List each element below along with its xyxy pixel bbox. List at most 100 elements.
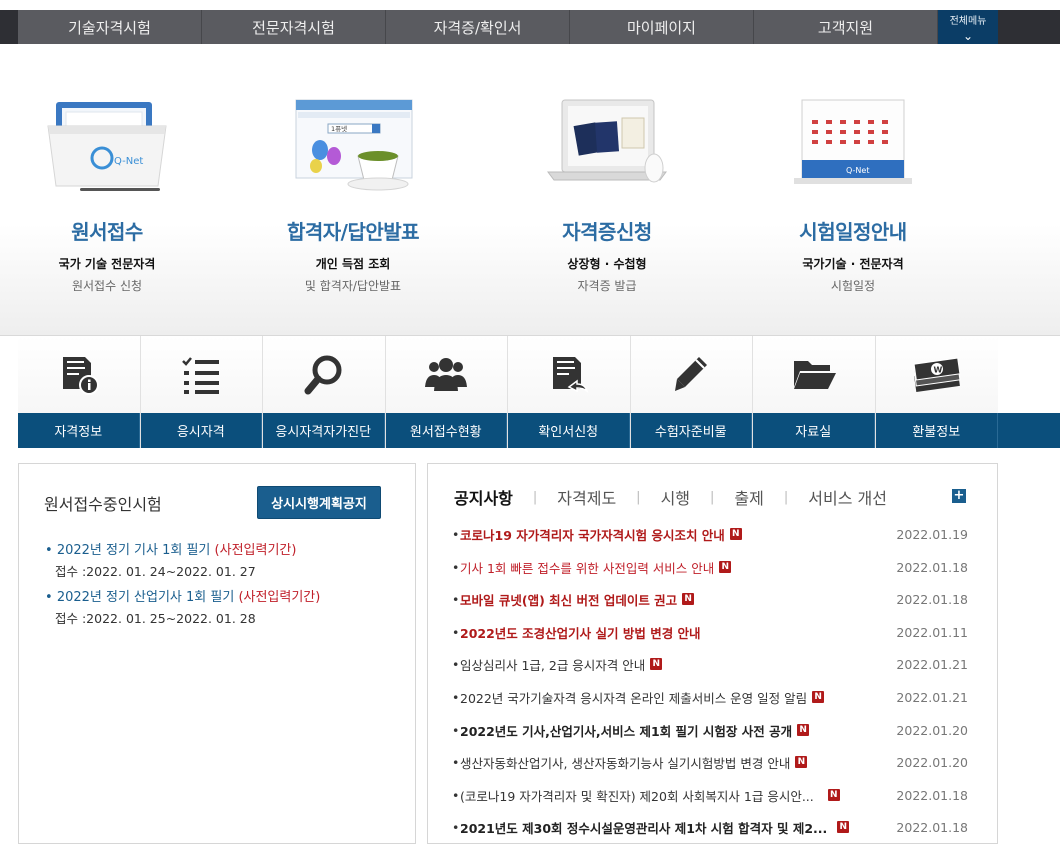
notice-item[interactable]: • 2022년도 조경산업기사 실기 방법 변경 안내 2022.01.11: [452, 622, 972, 642]
open-exams-panel: 원서접수중인시험 상시시행계획공지 • 2022년 정기 기사 1회 필기 (사…: [18, 463, 416, 844]
notice-date: 2022.01.20: [896, 722, 968, 738]
notice-title: 생산자동화산업기사, 생산자동화기능사 실기시험방법 변경 안내: [460, 755, 791, 771]
exam-item[interactable]: • 2022년 정기 기사 1회 필기 (사전입력기간) 접수 :2022. 0…: [45, 539, 296, 580]
exam-item[interactable]: • 2022년 정기 산업기사 1회 필기 (사전입력기간) 접수 :2022.…: [45, 586, 320, 627]
svg-text:1퓨넷: 1퓨넷: [331, 124, 347, 133]
notice-item[interactable]: • 코로나19 자가격리자 국가자격시험 응시조치 안내 N 2022.01.19: [452, 524, 972, 544]
card-description: 시험일정: [830, 279, 876, 293]
new-badge: N: [797, 724, 810, 736]
new-badge: N: [682, 593, 695, 605]
chevron-down-icon: ⌄: [962, 29, 974, 43]
notice-date: 2022.01.18: [896, 559, 968, 575]
quick-item-self-diagnosis[interactable]: 응시자격자가진단: [263, 336, 386, 448]
tab-implementation[interactable]: 시행: [661, 485, 690, 509]
quick-item-qualification-info[interactable]: 자격정보: [18, 336, 141, 448]
new-badge: N: [650, 658, 663, 670]
card-certificate-apply[interactable]: 자격증신청 상장형 · 수첩형 자격증 발급: [492, 94, 722, 294]
people-icon: [386, 336, 508, 413]
card-subtitle: 국가기술 · 전문자격: [802, 257, 904, 271]
quick-item-application-status[interactable]: 원서접수현황: [385, 336, 508, 448]
nav-tech-exam[interactable]: 기술자격시험: [18, 10, 202, 44]
notice-title: 코로나19 자가격리자 국가자격시험 응시조치 안내: [460, 527, 725, 543]
exam-date: 접수 :2022. 01. 25~2022. 01. 28: [55, 611, 256, 626]
quick-label: 환불정보: [875, 413, 998, 448]
nav-left-edge: [0, 10, 18, 44]
tab-system[interactable]: 자격제도: [557, 485, 616, 509]
nav-mypage[interactable]: 마이페이지: [570, 10, 754, 44]
card-description: 자격증 발급: [577, 279, 637, 293]
tab-separator: |: [783, 489, 789, 505]
tab-separator: |: [710, 489, 715, 505]
quick-label: 응시자격: [140, 413, 262, 448]
all-menu-button[interactable]: 전체메뉴 ⌄: [938, 10, 998, 44]
card-application[interactable]: Q-Net 원서접수 국가 기술 전문자격 원서접수 신청: [0, 94, 222, 294]
tab-separator: |: [636, 489, 641, 505]
quick-item-archive[interactable]: 자료실: [753, 336, 876, 448]
nav-customer-support[interactable]: 고객지원: [754, 10, 938, 44]
exam-title[interactable]: • 2022년 정기 기사 1회 필기 (사전입력기간): [45, 539, 296, 558]
tab-service-improvement[interactable]: 서비스 개선: [808, 485, 887, 509]
notice-title: 2021년도 제30회 정수시설운영관리사 제1차 시험 합격자 및 제2...: [460, 820, 828, 836]
notice-date: 2022.01.20: [896, 754, 968, 770]
notice-item[interactable]: • 2021년도 제30회 정수시설운영관리사 제1차 시험 합격자 및 제2..…: [452, 817, 972, 837]
quick-label: 응시자격자가진단: [263, 413, 385, 448]
tab-question[interactable]: 출제: [734, 485, 763, 509]
quick-label: 수험자준비물: [630, 413, 752, 448]
notice-item[interactable]: • 2022년도 기사,산업기사,서비스 제1회 필기 시험장 사전 공개 N 20…: [452, 720, 972, 740]
document-reply-icon: [508, 336, 630, 413]
notice-date: 2022.01.18: [896, 591, 968, 607]
quick-item-eligibility[interactable]: 응시자격: [140, 336, 263, 448]
quick-label: 자격정보: [18, 413, 140, 448]
quick-label: 원서접수현황: [385, 413, 507, 448]
tab-notice[interactable]: 공지사항: [454, 485, 513, 509]
more-plus-icon[interactable]: +: [952, 489, 966, 503]
svg-text:W: W: [933, 365, 942, 374]
nav-right-edge: [998, 10, 1060, 44]
notice-item[interactable]: • 2022년 국가기술자격 응시자격 온라인 제출서비스 운영 일정 알림 N 2…: [452, 687, 972, 707]
svg-text:Q-Net: Q-Net: [846, 166, 869, 175]
svg-text:Q-Net: Q-Net: [114, 156, 143, 167]
notice-panel: 공지사항 | 자격제도 | 시행 | 출제 | 서비스 개선 + • 코로나19 …: [427, 463, 998, 844]
notice-title: 모바일 큐넷(앱) 최신 버전 업데이트 권고: [460, 592, 678, 608]
new-badge: N: [719, 561, 732, 573]
folder-open-icon: [753, 336, 875, 413]
card-subtitle: 상장형 · 수첩형: [567, 257, 647, 271]
document-info-icon: [18, 336, 140, 413]
quick-item-supplies[interactable]: 수험자준비물: [630, 336, 753, 448]
quick-item-refund[interactable]: W 환불정보: [875, 336, 999, 448]
notice-title: 기사 1회 빠른 접수를 위한 사전입력 서비스 안내: [460, 560, 715, 576]
regular-plan-notice-button[interactable]: 상시시행계획공지: [257, 486, 381, 519]
quick-item-confirmation[interactable]: 확인서신청: [508, 336, 631, 448]
card-subtitle: 개인 득점 조회: [315, 257, 391, 271]
notice-title: 2022년도 조경산업기사 실기 방법 변경 안내: [460, 625, 701, 641]
nav-professional-exam[interactable]: 전문자격시험: [202, 10, 386, 44]
notice-date: 2022.01.19: [896, 526, 968, 542]
calendar-icon: Q-Net: [788, 94, 918, 194]
folder-icon: Q-Net: [42, 94, 172, 194]
card-title: 합격자/답안발표: [286, 220, 420, 244]
notice-date: 2022.01.21: [896, 656, 968, 672]
card-title: 원서접수: [71, 220, 143, 244]
card-results[interactable]: 1퓨넷 합격자/답안발표 개인 득점 조회 및 합격자/답안발표: [238, 94, 468, 294]
nav-certificate[interactable]: 자격증/확인서: [386, 10, 570, 44]
notice-item[interactable]: • 기사 1회 빠른 접수를 위한 사전입력 서비스 안내 N 2022.01.18: [452, 557, 972, 577]
notice-date: 2022.01.11: [896, 624, 968, 640]
notice-item[interactable]: • (코로나19 자가격리자 및 확진자) 제20회 사회복지사 1급 응시안..…: [452, 785, 972, 805]
tab-separator: |: [532, 489, 538, 505]
notice-title: 2022년도 기사,산업기사,서비스 제1회 필기 시험장 사전 공개: [460, 723, 793, 739]
notice-date: 2022.01.18: [896, 787, 968, 803]
notice-date: 2022.01.21: [896, 689, 968, 705]
notice-item[interactable]: • 모바일 큐넷(앱) 최신 버전 업데이트 권고 N 2022.01.18: [452, 589, 972, 609]
notice-title: (코로나19 자가격리자 및 확진자) 제20회 사회복지사 1급 응시안...: [460, 788, 814, 804]
all-menu-label: 전체메뉴: [949, 16, 987, 27]
card-schedule[interactable]: Q-Net 시험일정안내 국가기술 · 전문자격 시험일정: [738, 94, 968, 294]
exam-title[interactable]: • 2022년 정기 산업기사 1회 필기 (사전입력기간): [45, 586, 320, 605]
exam-date: 접수 :2022. 01. 24~2022. 01. 27: [55, 564, 256, 579]
notice-item[interactable]: • 임상심리사 1급, 2급 응시자격 안내 N 2022.01.21: [452, 654, 972, 674]
money-icon: W: [876, 336, 999, 413]
notice-date: 2022.01.18: [896, 819, 968, 835]
notice-item[interactable]: • 생산자동화산업기사, 생산자동화기능사 실기시험방법 변경 안내 N 2022.…: [452, 752, 972, 772]
pencil-icon: [631, 336, 753, 413]
notice-tabs: 공지사항 | 자격제도 | 시행 | 출제 | 서비스 개선: [454, 485, 887, 509]
notice-title: 2022년 국가기술자격 응시자격 온라인 제출서비스 운영 일정 알림: [460, 690, 808, 706]
